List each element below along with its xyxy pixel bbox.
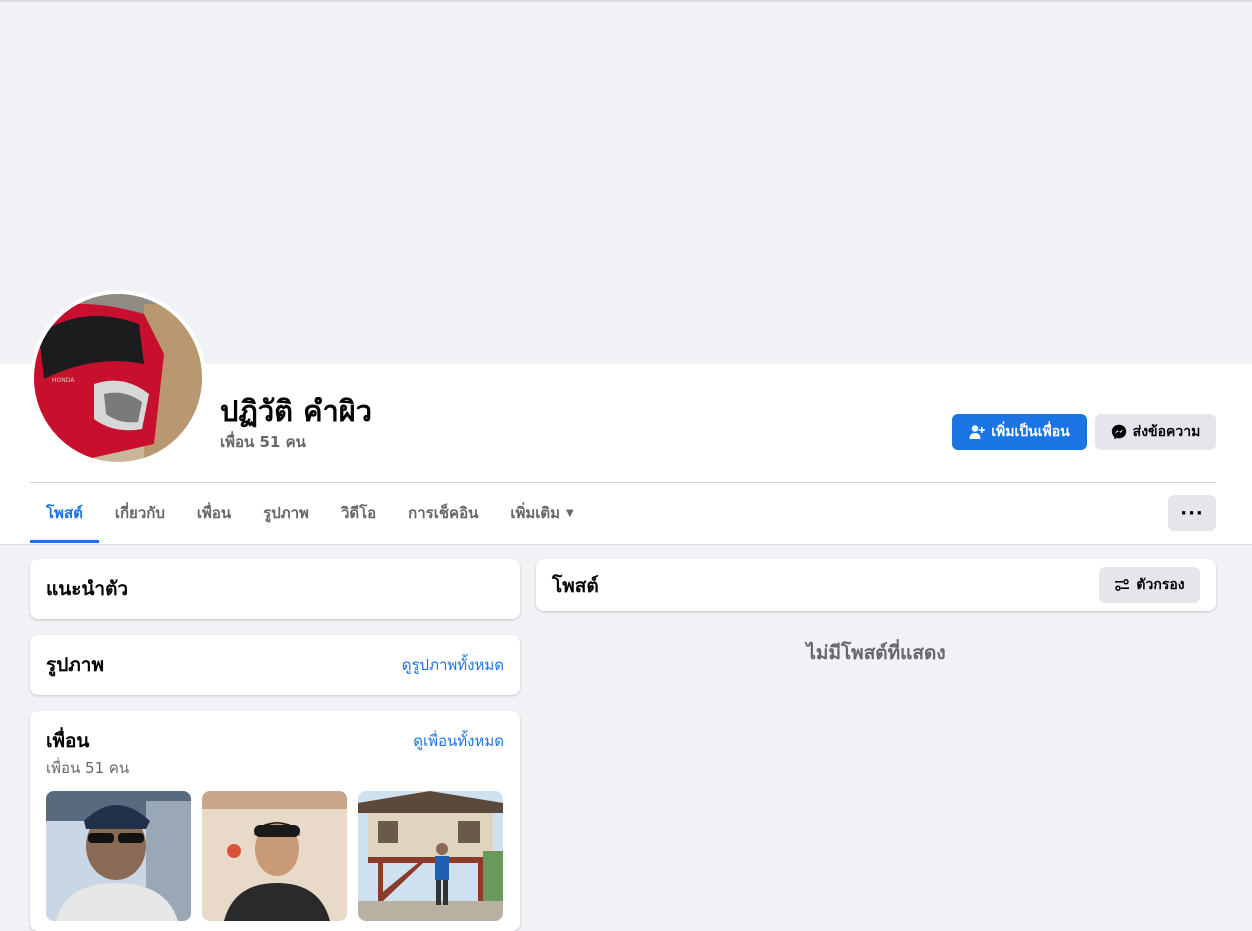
more-options-button[interactable]: ··· (1168, 495, 1216, 531)
profile-friend-count[interactable]: เพื่อน 51 คน (220, 430, 306, 454)
friends-title: เพื่อน (46, 730, 90, 752)
message-button[interactable]: ส่งข้อความ (1095, 414, 1216, 450)
see-all-photos-link[interactable]: ดูรูปภาพทั้งหมด (402, 653, 504, 677)
posts-header-card: โพสต์ ตัวกรอง (536, 559, 1216, 611)
tab-posts[interactable]: โพสต์ (30, 483, 99, 543)
ellipsis-icon: ··· (1180, 502, 1204, 524)
tab-checkins[interactable]: การเช็คอิน (392, 483, 494, 543)
filter-button[interactable]: ตัวกรอง (1099, 567, 1200, 603)
profile-tabs: โพสต์ เกี่ยวกับ เพื่อน รูปภาพ วิดีโอ การ… (30, 483, 590, 543)
photos-card: รูปภาพ ดูรูปภาพทั้งหมด (30, 635, 520, 695)
friend-photo-3[interactable] (358, 791, 503, 921)
tab-photos-label: รูปภาพ (263, 504, 309, 522)
tab-photos[interactable]: รูปภาพ (247, 483, 325, 543)
posts-title: โพสต์ (552, 575, 599, 597)
friends-count: เพื่อน 51 คน (46, 759, 130, 777)
scooter-photo-icon: HONDA (34, 294, 202, 462)
see-all-friends-link[interactable]: ดูเพื่อนทั้งหมด (413, 729, 504, 753)
tab-about[interactable]: เกี่ยวกับ (99, 483, 181, 543)
no-posts-message: ไม่มีโพสต์ที่แสดง (806, 642, 946, 664)
cover-photo[interactable] (0, 2, 1248, 364)
svg-text:HONDA: HONDA (52, 377, 75, 384)
add-friend-button[interactable]: เพิ่มเป็นเพื่อน (952, 414, 1087, 450)
friend-avatar-icon (46, 791, 191, 921)
tab-friends[interactable]: เพื่อน (181, 483, 247, 543)
profile-avatar[interactable]: HONDA (34, 294, 202, 462)
tab-about-label: เกี่ยวกับ (114, 504, 165, 522)
message-label: ส่งข้อความ (1132, 424, 1201, 440)
tab-more[interactable]: เพิ่มเติม ▼ (494, 483, 589, 543)
photos-title: รูปภาพ (46, 654, 104, 676)
intro-title: แนะนำตัว (46, 578, 129, 600)
add-friend-label: เพิ่มเป็นเพื่อน (991, 424, 1070, 440)
messenger-icon (1111, 424, 1127, 440)
sliders-icon (1114, 577, 1130, 593)
friend-photo-2[interactable] (202, 791, 347, 921)
tab-checkins-label: การเช็คอิน (408, 504, 479, 522)
profile-name: ปฏิวัติ คำผิว (220, 394, 373, 428)
add-friend-icon (969, 424, 986, 440)
filter-label: ตัวกรอง (1136, 577, 1185, 593)
friend-avatar-icon (202, 791, 347, 921)
friend-avatar-icon (358, 791, 503, 921)
intro-card: แนะนำตัว (30, 559, 520, 619)
friend-photo-1[interactable] (46, 791, 191, 921)
tab-more-label: เพิ่มเติม (510, 504, 561, 522)
tab-friends-label: เพื่อน (196, 504, 232, 522)
friends-card: เพื่อน ดูเพื่อนทั้งหมด เพื่อน 51 คน (30, 711, 520, 931)
tab-videos[interactable]: วิดีโอ (325, 483, 392, 543)
tab-videos-label: วิดีโอ (340, 504, 377, 522)
caret-down-icon: ▼ (566, 507, 574, 519)
tab-posts-label: โพสต์ (46, 504, 83, 522)
